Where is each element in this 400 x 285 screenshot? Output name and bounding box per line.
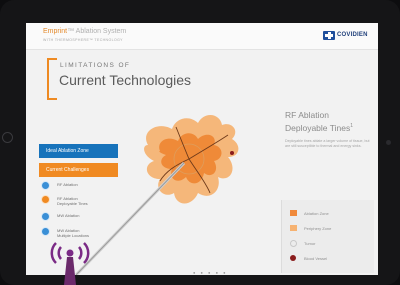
touch-gesture-icon <box>50 242 90 285</box>
camera-icon <box>386 140 391 145</box>
legend-panel: Ablation Zone Periphery Zone Tumor Blood… <box>281 200 374 273</box>
page-indicator: ● ● ● ● ● <box>193 270 228 275</box>
probe <box>74 161 186 275</box>
blood-vessel-marker <box>230 151 234 155</box>
legend-label: Periphery Zone <box>304 226 332 231</box>
tablet-frame: Emprint™ Ablation System WITH THERMOSPHE… <box>0 0 400 285</box>
legend-swatch <box>290 210 297 216</box>
legend-swatch <box>290 240 297 247</box>
legend-swatch <box>290 255 296 261</box>
legend-label: Ablation Zone <box>304 211 329 216</box>
home-button[interactable] <box>2 132 13 143</box>
legend-label: Tumor <box>304 241 316 246</box>
legend-label: Blood Vessel <box>304 256 328 261</box>
legend-swatch <box>290 225 297 231</box>
